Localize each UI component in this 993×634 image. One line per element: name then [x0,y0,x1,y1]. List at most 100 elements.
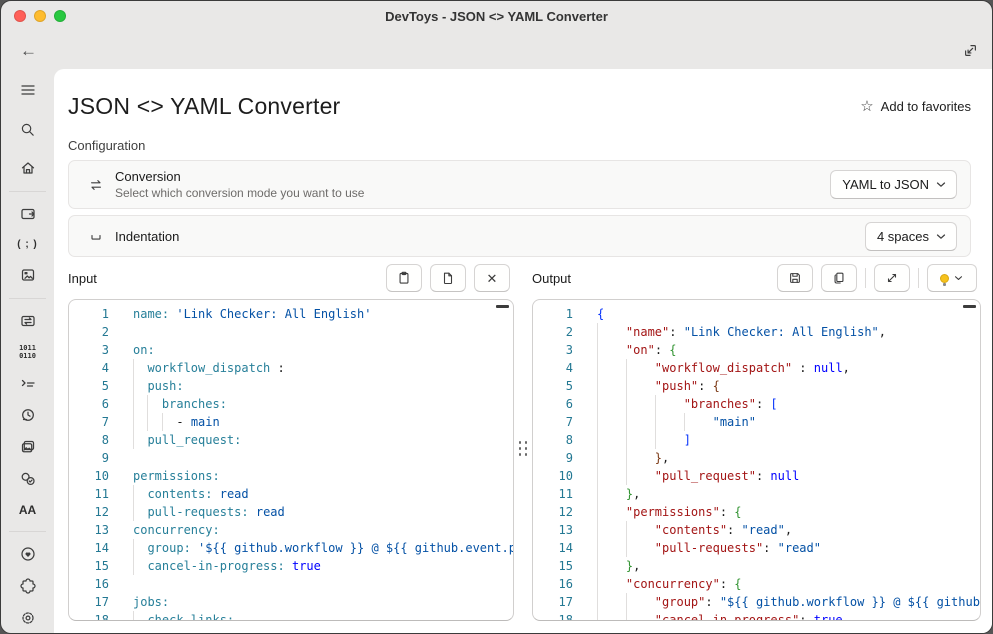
search-button[interactable] [11,121,45,138]
indent-guide [597,503,598,521]
sidebar-item-recent-formatter[interactable] [11,266,45,284]
code-line: 2 [69,323,513,341]
copy-button[interactable] [821,264,857,292]
prompt-lines-icon [19,374,37,392]
resize-handle[interactable] [519,441,528,463]
input-editor[interactable]: 1name: 'Link Checker: All English'23on:4… [68,299,514,621]
code-line: 10permissions: [69,467,513,485]
line-number: 15 [69,557,109,575]
indent-guide [147,413,148,431]
home-button[interactable] [11,159,45,177]
compact-overlay-button[interactable] [963,43,978,58]
sidebar-item-recent-converter[interactable] [11,205,45,223]
indent-guide [147,395,148,413]
indent-guide [626,377,627,395]
line-number: 17 [533,593,573,611]
code-line: 14 "pull-requests": "read" [533,539,980,557]
indent-guide [626,539,627,557]
sidebar-item-graphic[interactable] [11,438,45,456]
indent-guide [684,413,685,431]
sidebar-item-generators[interactable] [11,406,45,424]
indent-guide [626,395,627,413]
titlebar: DevToys - JSON <> YAML Converter [1,1,992,31]
chevron-down-icon [936,233,946,240]
paste-button[interactable] [386,264,422,292]
line-number: 11 [69,485,109,503]
save-button[interactable] [777,264,813,292]
code-line: 18 "cancel-in-progress": true [533,611,980,621]
line-number: 14 [533,539,573,557]
sidebar-item-recent-encoder[interactable]: ( ; ) [11,237,45,253]
code-line: 11 }, [533,485,980,503]
indent-guide [597,359,598,377]
output-editor[interactable]: 1{2 "name": "Link Checker: All English",… [532,299,981,621]
indent-guide [597,341,598,359]
back-button[interactable]: ← [20,42,37,59]
conversion-setting-card: Conversion Select which conversion mode … [68,160,971,209]
favorites-label: Add to favorites [881,99,971,114]
expand-button[interactable] [874,264,910,292]
sidebar-item-testers[interactable] [11,470,45,488]
indent-guide [133,611,134,621]
app-window: DevToys - JSON <> YAML Converter ← [0,0,993,634]
indent-guide [133,503,134,521]
home-icon [19,159,37,177]
line-number: 1 [69,305,109,323]
indentation-select[interactable]: 4 spaces [865,222,957,251]
indent-guide [597,539,598,557]
indent-guide [597,575,598,593]
clear-button[interactable]: ✕ [474,264,510,292]
code-line: 15 cancel-in-progress: true [69,557,513,575]
indent-guide [133,485,134,503]
line-number: 13 [533,521,573,539]
indent-guide [133,395,134,413]
menu-button[interactable] [11,81,45,99]
line-number: 10 [533,467,573,485]
code-line: 14 group: '${{ github.workflow }} @ ${{ … [69,539,513,557]
indent-guide [597,449,598,467]
double-check-icon [19,470,37,488]
sidebar-divider [9,298,46,299]
code-line: 1{ [533,305,980,323]
conversion-title: Conversion [115,169,830,184]
space-indent-icon [88,228,104,244]
add-to-favorites-button[interactable]: ☆ Add to favorites [860,99,971,114]
code-line: 8 pull_request: [69,431,513,449]
input-label: Input [68,271,97,286]
line-number: 8 [533,431,573,449]
line-number: 18 [69,611,109,621]
code-line: 12 "permissions": { [533,503,980,521]
settings-button[interactable] [11,609,45,627]
indent-guide [162,413,163,431]
indent-guide [655,413,656,431]
code-line: 9 [69,449,513,467]
sidebar-item-converters[interactable] [11,312,45,330]
card-swap-icon [19,312,37,330]
indent-guide [597,521,598,539]
indent-guide [597,431,598,449]
heart-circle-icon [19,545,37,563]
line-number: 5 [69,377,109,395]
code-line: 6 branches: [69,395,513,413]
line-number: 15 [533,557,573,575]
sidebar-item-formatters[interactable] [11,374,45,392]
sidebar-item-text-tools[interactable]: AA [11,502,45,518]
line-number: 17 [69,593,109,611]
indent-guide [133,359,134,377]
smart-detection-button[interactable] [927,264,977,292]
back-arrow-icon: ← [20,42,37,59]
indent-guide [133,413,134,431]
indent-guide [133,557,134,575]
line-number: 2 [533,323,573,341]
conversion-mode-select[interactable]: YAML to JSON [830,170,957,199]
sponsor-button[interactable] [11,545,45,563]
configuration-section-label: Configuration [68,138,971,153]
binary-icon: 10110110 [19,344,36,360]
indentation-setting-card: Indentation 4 spaces [68,215,971,257]
sidebar-item-encoders-decoders[interactable]: 10110110 [11,344,45,360]
close-icon: ✕ [487,272,498,285]
extensions-button[interactable] [11,577,45,595]
open-file-button[interactable] [430,264,466,292]
indent-guide [133,377,134,395]
code-line: 9 }, [533,449,980,467]
